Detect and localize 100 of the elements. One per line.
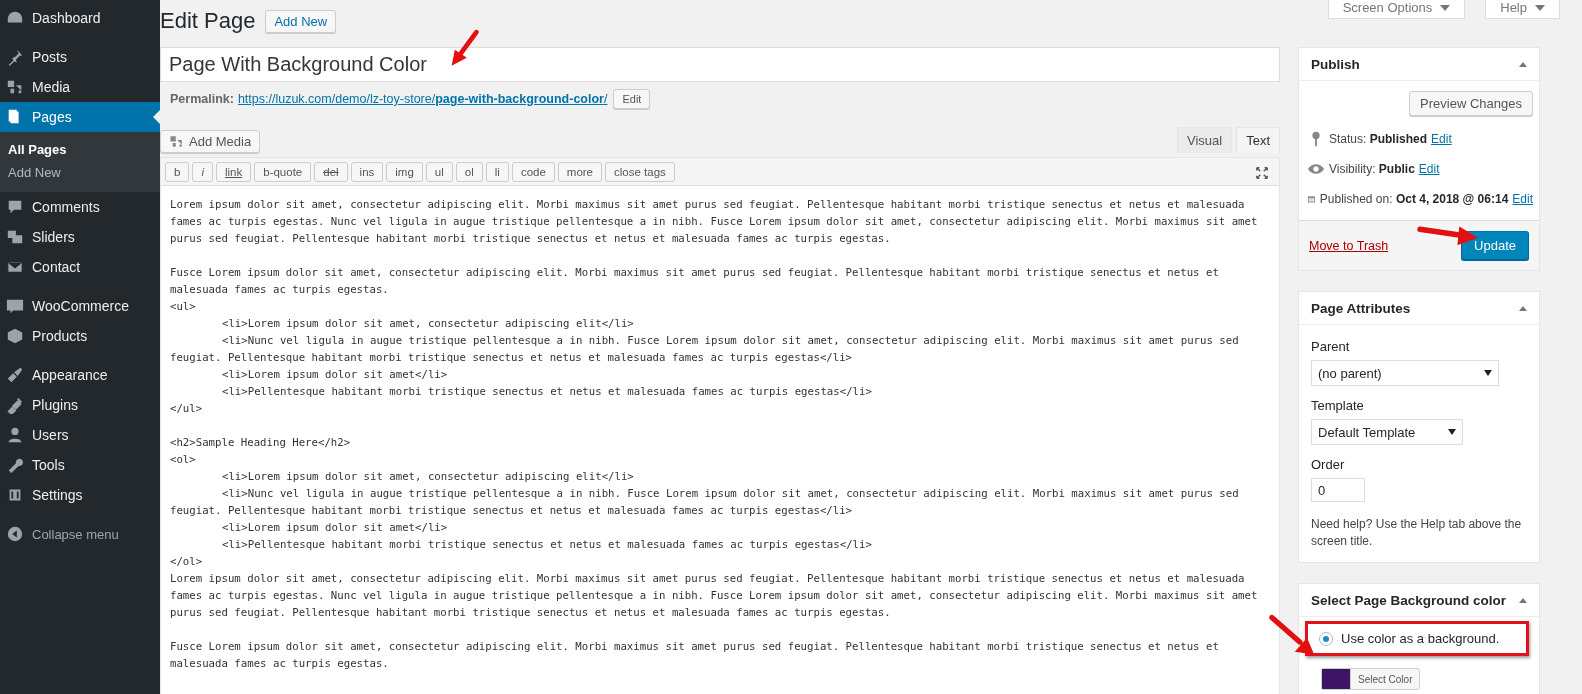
quicktag-button[interactable]: ins	[350, 162, 384, 182]
woo-badge-icon	[6, 297, 24, 315]
code-line: <li>Lorem ipsum dolor sit amet</li>	[221, 367, 448, 383]
quicktag-button[interactable]: ul	[425, 162, 453, 182]
add-new-button[interactable]: Add New	[265, 9, 337, 33]
menu-item[interactable]: Sliders	[0, 222, 160, 252]
preview-changes-button[interactable]: Preview Changes	[1409, 91, 1533, 116]
caret-icon	[1535, 5, 1545, 11]
update-button[interactable]: Update	[1461, 231, 1529, 260]
quicktag-button[interactable]: ol	[455, 162, 483, 182]
page-heading: Edit Page	[160, 8, 256, 34]
publish-info: Visibility: Public	[1329, 162, 1415, 176]
menu-item[interactable]: Media	[0, 72, 160, 102]
code-line: fames ac turpis egestas. Nunc vel ligula in augue tristique pellentesque a in nibh. Fusce Lorem ipsum dolor sit amet, consectetur adipiscing elit. Morbi maximus sit amet	[170, 588, 1258, 604]
move-to-trash-link[interactable]: Move to Trash	[1309, 238, 1389, 253]
edit-link[interactable]: Edit	[1512, 192, 1533, 206]
screen-tab-button[interactable]: Screen Options	[1327, 0, 1466, 19]
screen-tab-button[interactable]: Help	[1485, 0, 1560, 19]
box-icon	[6, 327, 24, 345]
menu-item[interactable]: Appearance	[0, 360, 160, 390]
code-line: Fusce Lorem ipsum dolor sit amet, consectetur adipiscing elit. Morbi maximus sit amet purus sed feugiat. Pellentesque habitant morbi tristique senectus et netus et	[170, 265, 1219, 281]
paintbrush-icon	[6, 366, 24, 384]
collapse-arrow-icon[interactable]	[1519, 305, 1527, 311]
quicktag-button[interactable]: b-quote	[254, 162, 312, 182]
code-line: feugiat. Pellentesque habitant morbi tristique senectus et netus et malesuada fames ac turpis egestas</li>	[170, 350, 853, 366]
dropdown-arrow-icon	[1448, 429, 1456, 435]
code-line: Fusce Lorem ipsum dolor sit amet, consectetur adipiscing elit. Morbi maximus sit amet purus sed feugiat. Pellentesque habitant morbi tristique senectus et netus et	[170, 639, 1219, 655]
color-picker-button[interactable]: Select Color	[1321, 668, 1421, 690]
menu-item[interactable]: Posts	[0, 42, 160, 72]
quicktag-button[interactable]: img	[386, 162, 423, 182]
collapse-arrow-icon[interactable]	[1519, 61, 1527, 67]
submenu-item[interactable]: All Pages	[0, 138, 160, 161]
text-editor-area[interactable]	[161, 186, 1279, 694]
pin-icon	[6, 48, 24, 66]
slides-icon	[6, 228, 24, 246]
quicktag-button[interactable]: li	[485, 162, 509, 182]
plug-icon	[6, 396, 24, 414]
title-field[interactable]: Page With Background Color	[160, 47, 1280, 82]
menu-item[interactable]: Tools	[0, 450, 160, 480]
quicktag-button[interactable]: link	[215, 162, 252, 182]
menu-item[interactable]: Products	[0, 321, 160, 351]
permalink-link[interactable]: https://luzuk.com/demo/lz-toy-store/page-with-background-color/	[237, 92, 608, 106]
code-line: <h2>Sample Heading Here</h2>	[170, 435, 351, 451]
menu-item[interactable]: Plugins	[0, 390, 160, 420]
radio-label: Use color as a background.	[1341, 631, 1500, 646]
code-line: <li>Lorem ipsum dolor sit amet</li>	[221, 520, 448, 536]
code-line: <li>Lorem ipsum dolor sit amet, consectetur adipiscing elit</li>	[221, 469, 634, 485]
add-media-button[interactable]: Add Media	[160, 130, 261, 153]
wrench-icon	[6, 456, 24, 474]
menu-item[interactable]: Settings	[0, 480, 160, 510]
current-pointer-icon	[153, 110, 160, 124]
code-line: <ol>	[170, 452, 196, 468]
menu-item[interactable]: WooCommerce	[0, 291, 160, 321]
permalink-label: Permalink:	[170, 92, 234, 106]
code-line: purus sed feugiat. Pellentesque habitant morbi tristique senectus et netus et malesuada fames ac turpis egestas.	[170, 605, 891, 621]
media-icon	[6, 78, 24, 96]
box-title: Select Page Background color	[1311, 592, 1507, 608]
edit-link[interactable]: Edit	[1418, 162, 1440, 176]
code-line: <li>Lorem ipsum dolor sit amet, consectetur adipiscing elit</li>	[221, 316, 634, 332]
collapse-arrow-icon[interactable]	[1519, 597, 1527, 603]
parent-select[interactable]: (no parent)	[1311, 360, 1499, 386]
quicktag-button[interactable]: close tags	[605, 162, 675, 182]
editor-tab[interactable]: Text	[1236, 127, 1280, 153]
person-icon	[6, 426, 24, 444]
edit-button[interactable]: Edit	[613, 89, 651, 109]
quicktag-button[interactable]: more	[557, 162, 602, 182]
code-line: feugiat. Pellentesque habitant morbi tristique senectus et netus et malesuada fames ac turpis egestas</li>	[170, 503, 853, 519]
quicktag-button[interactable]: i	[192, 162, 213, 182]
menu-item[interactable]: Pages	[0, 102, 160, 132]
publish-info: Status: Published	[1329, 132, 1428, 146]
fullscreen-icon[interactable]	[1255, 166, 1269, 180]
quicktag-button[interactable]: code	[511, 162, 555, 182]
code-line: </ul>	[170, 401, 203, 417]
menu-item[interactable]: Contact	[0, 252, 160, 282]
code-line: <li>Pellentesque habitant morbi tristique senectus et netus et malesuada fames ac turpis egestas</li>	[221, 537, 872, 553]
code-line: Lorem ipsum dolor sit amet, consectetur adipiscing elit. Morbi maximus sit amet purus sed feugiat. Pellentesque habitant morbi tristique senectus et netus et malesuada	[170, 571, 1245, 587]
code-line: fames ac turpis egestas. Nunc vel ligula in augue tristique pellentesque a in nibh. Fusce Lorem ipsum dolor sit amet, consectetur adipiscing elit. Morbi maximus sit amet	[170, 214, 1258, 230]
media-icon	[169, 134, 184, 149]
field-label: Parent	[1311, 339, 1351, 354]
field-label: Order	[1311, 457, 1346, 472]
editor-tab[interactable]: Visual	[1176, 127, 1233, 153]
publish-info: Published on: Oct 4, 2018 @ 06:14	[1319, 192, 1509, 206]
menu-item[interactable]: Users	[0, 420, 160, 450]
template-select[interactable]: Default Template	[1311, 419, 1463, 445]
quicktag-button[interactable]: del	[314, 162, 348, 182]
submenu-item[interactable]: Add New	[0, 161, 160, 184]
order-field[interactable]: 0	[1311, 478, 1365, 502]
box-title: Page Attributes	[1311, 300, 1411, 316]
menu-item[interactable]: Comments	[0, 192, 160, 222]
code-line: </ol>	[170, 554, 203, 570]
code-line: <li>Pellentesque habitant morbi tristique senectus et netus et malesuada fames ac turpis egestas</li>	[221, 384, 872, 400]
quicktag-button[interactable]: b	[165, 162, 190, 182]
edit-link[interactable]: Edit	[1431, 132, 1452, 146]
collapse-menu-button[interactable]: Collapse menu	[0, 519, 160, 549]
code-line: malesuada fames ac turpis egestas.	[170, 282, 389, 298]
caret-icon	[1440, 5, 1451, 11]
collapse-icon	[6, 525, 24, 543]
menu-item[interactable]: Dashboard	[0, 3, 160, 33]
code-line: <li>Nunc vel ligula in augue tristique pellentesque a in nibh. Fusce Lorem ipsum dolor sit amet, consectetur adipiscing elit. Morbi maximus sit amet purus sed	[221, 486, 1239, 502]
code-line: <li>Nunc vel ligula in augue tristique pellentesque a in nibh. Fusce Lorem ipsum dolor sit amet, consectetur adipiscing elit. Morbi maximus sit amet purus sed	[221, 333, 1239, 349]
